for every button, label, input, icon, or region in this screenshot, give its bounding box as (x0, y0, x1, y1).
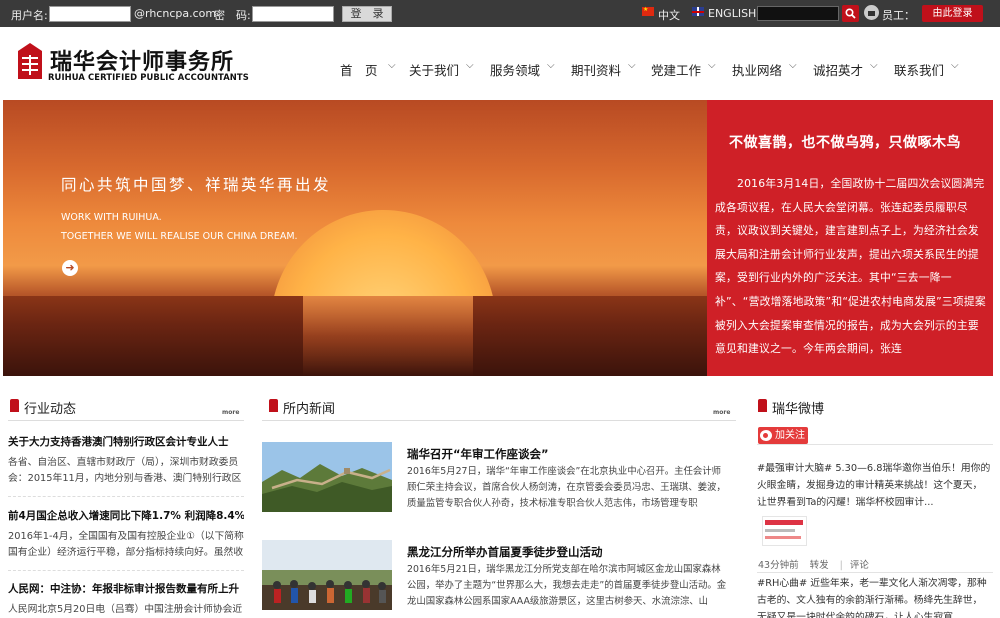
nav-label: 期刊资料 (571, 63, 622, 78)
nav-journals[interactable]: 期刊资料 ⌵ (571, 60, 636, 79)
username-label: 用户名: (11, 9, 48, 22)
nav-label: 关于我们 (409, 63, 460, 78)
staff-login-button[interactable]: 由此登录 (922, 5, 983, 22)
bookmark-icon (758, 399, 767, 412)
email-suffix: @rhcncpa.com (134, 7, 217, 20)
feature-title[interactable]: 不做喜鹊，也不做乌鸦，只做啄木鸟 (729, 132, 961, 152)
news-item-title[interactable]: 黑龙江分所举办首届夏季徒步登山活动 (407, 544, 603, 560)
weibo-divider (757, 444, 993, 445)
chevron-down-icon: ⌵ (628, 60, 636, 71)
industry-item-title[interactable]: 关于大力支持香港澳门特别行政区会计专业人士 (8, 434, 244, 449)
weibo-heading: 瑞华微博 (758, 398, 824, 417)
weibo-divider (757, 572, 993, 573)
nav-label: 诚招英才 (813, 63, 864, 78)
news-item-title[interactable]: 瑞华召开“年审工作座谈会” (407, 446, 549, 462)
china-flag-icon[interactable] (642, 6, 654, 16)
nav-label: 执业网络 (732, 63, 783, 78)
weibo-post-meta: 43分钟前 转发 | 评论 (758, 560, 869, 571)
news-item-desc: 2016年5月27日，瑞华“年审工作座谈会”在北京执业中心召开。主任会计师顾仁荣… (407, 466, 726, 509)
logo-subtitle: RUIHUA CERTIFIED PUBLIC ACCOUNTANTS (48, 72, 249, 82)
industry-more-link[interactable]: more (222, 409, 239, 416)
weibo-comment-link[interactable]: 评论 (850, 560, 869, 571)
chevron-down-icon: ⌵ (951, 60, 959, 71)
hero-en-line1: WORK WITH RUIHUA. (61, 212, 162, 223)
hero-slogan: 同心共筑中国梦、祥瑞英华再出发 (61, 176, 332, 194)
great-wall-image[interactable] (262, 442, 392, 512)
list-divider (8, 570, 244, 571)
lock-icon (864, 5, 879, 20)
site-header: 瑞华会计师事务所 RUIHUA CERTIFIED PUBLIC ACCOUNT… (0, 27, 1000, 100)
nav-careers[interactable]: 诚招英才 ⌵ (813, 60, 878, 79)
nav-party[interactable]: 党建工作 ⌵ (651, 60, 716, 79)
top-bar: 用户名: @rhcncpa.com 密 码: 登 录 中文 ENGLISH 员工… (0, 0, 1000, 27)
nav-contact[interactable]: 联系我们 ⌵ (894, 60, 959, 79)
weibo-time: 43分钟前 (758, 560, 799, 571)
weibo-post-thumbnail[interactable] (762, 516, 807, 546)
news-item-desc: 2016年5月21日，瑞华黑龙江分所党支部在哈尔滨市阿城区金龙山国家森林公园，举… (407, 564, 727, 607)
feature-panel[interactable]: 不做喜鹊，也不做乌鸦，只做啄木鸟 2016年3月14日，全国政协十二届四次会议圆… (707, 100, 993, 376)
weibo-post[interactable]: #最强审计大脑# 5.30—6.8瑞华邀你当伯乐！用你的火眼金睛，发掘身边的审计… (757, 460, 991, 511)
news-more-link[interactable]: more (713, 409, 730, 416)
login-button[interactable]: 登 录 (342, 6, 392, 22)
nav-about[interactable]: 关于我们 ⌵ (409, 60, 474, 79)
industry-divider (8, 420, 244, 421)
staff-label: 员工： (882, 9, 915, 22)
search-button[interactable] (842, 5, 859, 22)
news-divider (262, 420, 736, 421)
industry-item-title[interactable]: 人民网：中注协：年报非标审计报告数量有所上升 (8, 581, 244, 596)
news-heading: 所内新闻 (269, 398, 335, 417)
weibo-follow-button[interactable]: 加关注 (758, 427, 808, 444)
industry-item-title[interactable]: 前4月国企总收入增速同比下降1.7% 利润降8.4% (8, 508, 244, 523)
industry-item-desc: 2016年1-4月，全国国有及国有控股企业①（以下简称国有企业）经济运行平稳，部… (8, 531, 244, 558)
password-label: 密 码: (214, 9, 251, 22)
industry-item[interactable]: 人民网：中注协：年报非标审计报告数量有所上升 人民网北京5月20日电（吕骞）中国… (8, 581, 244, 618)
username-input[interactable] (49, 6, 131, 22)
hero-banner[interactable]: 同心共筑中国梦、祥瑞英华再出发 WORK WITH RUIHUA. TOGETH… (3, 100, 707, 376)
list-divider (8, 496, 244, 497)
hero-en-line2: TOGETHER WE WILL REALISE OUR CHINA DREAM… (61, 231, 298, 242)
sun-reflection (303, 296, 473, 376)
news-item[interactable]: 瑞华召开“年审工作座谈会” 2016年5月27日，瑞华“年审工作座谈会”在北京执… (262, 442, 732, 514)
industry-item[interactable]: 前4月国企总收入增速同比下降1.7% 利润降8.4% 2016年1-4月，全国国… (8, 508, 244, 561)
search-input[interactable] (757, 6, 839, 21)
arrow-right-icon[interactable]: ➜ (62, 260, 78, 276)
bookmark-icon (10, 399, 19, 412)
search-icon (845, 8, 856, 19)
nav-label: 服务领域 (490, 63, 541, 78)
weibo-icon (760, 430, 772, 441)
chevron-down-icon: ⌵ (466, 60, 474, 71)
nav-services[interactable]: 服务领域 ⌵ (490, 60, 555, 79)
lang-cn-link[interactable]: 中文 (658, 7, 680, 23)
uk-flag-icon[interactable] (692, 7, 704, 16)
news-item[interactable]: 黑龙江分所举办首届夏季徒步登山活动 2016年5月21日，瑞华黑龙江分所党支部在… (262, 540, 732, 612)
nav-home[interactable]: 首 页 ⌵ (340, 60, 396, 79)
weibo-repost-link[interactable]: 转发 (810, 560, 829, 571)
password-input[interactable] (252, 6, 334, 22)
group-photo-image[interactable] (262, 540, 392, 610)
nav-label: 党建工作 (651, 63, 702, 78)
nav-network[interactable]: 执业网络 ⌵ (732, 60, 797, 79)
bookmark-icon (269, 399, 278, 412)
nav-label: 联系我们 (894, 63, 945, 78)
industry-item[interactable]: 关于大力支持香港澳门特别行政区会计专业人士 各省、自治区、直辖市财政厅（局），深… (8, 434, 244, 487)
chevron-down-icon: ⌵ (789, 60, 797, 71)
industry-heading: 行业动态 (10, 398, 76, 417)
feature-body: 2016年3月14日，全国政协十二届四次会议圆满完成各项议程，在人民大会堂闭幕。… (715, 177, 986, 356)
ruihua-logo-icon[interactable] (16, 43, 44, 83)
industry-item-desc: 人民网北京5月20日电（吕骞）中国注册会计师协会近 (8, 604, 243, 615)
chevron-down-icon: ⌵ (708, 60, 716, 71)
chevron-down-icon: ⌵ (388, 60, 396, 71)
nav-label: 首 页 (340, 63, 378, 78)
chevron-down-icon: ⌵ (547, 60, 555, 71)
chevron-down-icon: ⌵ (870, 60, 878, 71)
weibo-post[interactable]: #RH心曲# 近些年来，老一辈文化人渐次凋零，那种古老的、文人独有的余韵渐行渐稀… (757, 575, 991, 618)
lang-en-link[interactable]: ENGLISH (708, 7, 756, 20)
industry-item-desc: 各省、自治区、直辖市财政厅（局），深圳市财政委员会：2015年11月，内地分别与… (8, 457, 242, 484)
